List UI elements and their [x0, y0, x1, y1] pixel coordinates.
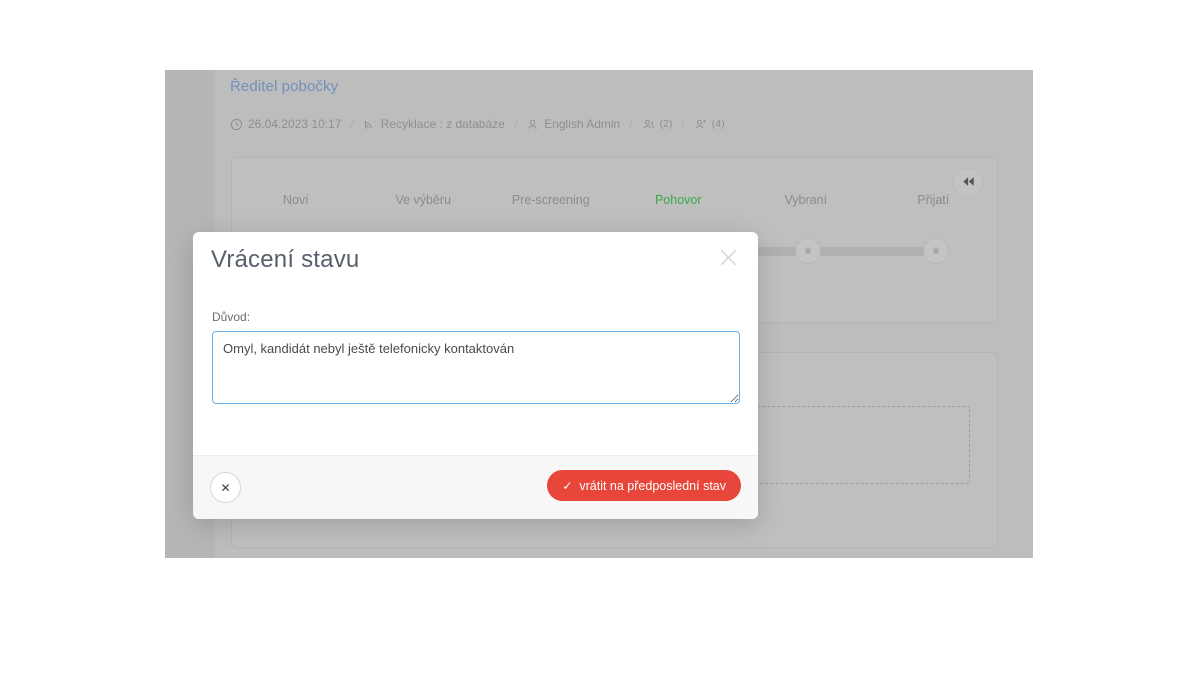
stepper-dot-prijati[interactable]	[923, 238, 949, 264]
meta-item-recruiters: (4)	[694, 118, 725, 131]
close-icon: ✕	[220, 480, 231, 495]
meta-candidates-count: (2)	[659, 118, 673, 130]
dialog-title: Vrácení stavu	[211, 246, 360, 273]
meta-item-datetime: 26.04.2023 10:17	[230, 117, 341, 131]
meta-owner-label: English Admin	[544, 117, 621, 131]
clock-icon	[230, 118, 243, 131]
meta-source-label: Recyklace : z databáze	[380, 117, 505, 131]
confirm-button-label: vrátit na předposlední stav	[579, 478, 726, 493]
step-label-pohovor[interactable]: Pohovor	[615, 193, 743, 207]
meta-item-owner: English Admin	[526, 117, 620, 131]
users-icon	[642, 118, 655, 131]
step-label-pre-screening[interactable]: Pre-screening	[487, 193, 615, 207]
check-icon: ✓	[562, 478, 573, 493]
breadcrumb-separator: /	[681, 117, 685, 131]
revert-status-dialog: Vrácení stavu Důvod: ✕ ✓ vrátit na předp…	[193, 232, 758, 519]
step-label-ve-vyberu[interactable]: Ve výběru	[360, 193, 488, 207]
user-icon	[526, 118, 539, 131]
step-label-novi[interactable]: Noví	[232, 193, 360, 207]
broadcast-icon	[363, 118, 376, 131]
meta-item-source: Recyklace : z databáze	[363, 117, 505, 131]
breadcrumb-separator: /	[629, 117, 633, 131]
close-icon[interactable]	[715, 244, 741, 270]
dialog-footer: ✕ ✓ vrátit na předposlední stav	[193, 455, 758, 519]
users-add-icon	[694, 118, 707, 131]
cancel-button[interactable]: ✕	[210, 472, 241, 503]
reason-label: Důvod:	[212, 310, 251, 324]
dialog-header: Vrácení stavu	[193, 232, 758, 310]
dialog-body: Důvod:	[193, 310, 758, 455]
confirm-revert-button[interactable]: ✓ vrátit na předposlední stav	[547, 470, 741, 501]
stepper-segment	[808, 247, 936, 256]
stepper-labels: Noví Ve výběru Pre-screening Pohovor Vyb…	[232, 193, 997, 207]
breadcrumb: 26.04.2023 10:17 / Recyklace : z databáz…	[230, 117, 725, 131]
reason-input[interactable]	[212, 331, 740, 404]
breadcrumb-separator: /	[513, 117, 518, 131]
step-label-prijati[interactable]: Přijatí	[870, 193, 998, 207]
step-label-vybrani[interactable]: Vybraní	[742, 193, 870, 207]
meta-item-candidates: (2)	[642, 118, 673, 131]
meta-recruiters-count: (4)	[711, 118, 725, 130]
breadcrumb-separator: /	[350, 117, 354, 131]
meta-datetime-label: 26.04.2023 10:17	[248, 117, 342, 131]
page-title[interactable]: Ředitel pobočky	[230, 78, 338, 95]
stepper-dot-vybrani[interactable]	[795, 238, 821, 264]
rewind-icon	[962, 174, 975, 192]
